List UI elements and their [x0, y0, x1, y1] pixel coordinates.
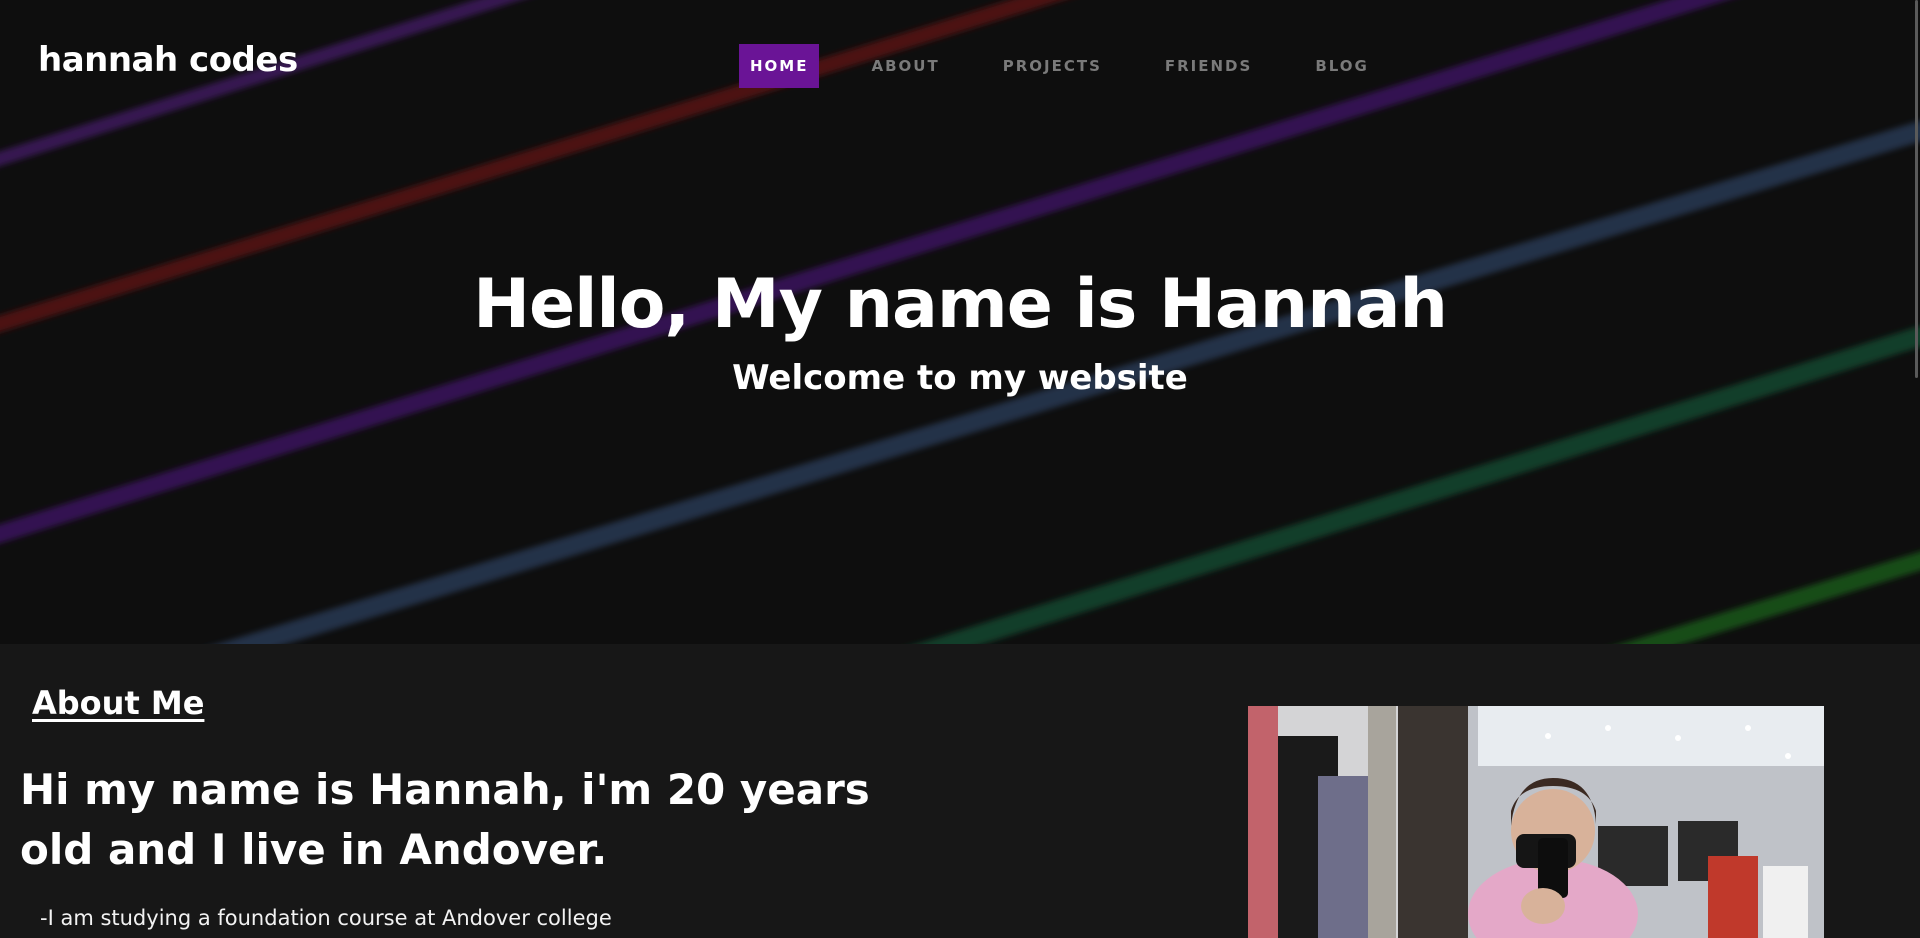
- profile-photo-illustration: [1248, 706, 1824, 938]
- hero-subtitle: Welcome to my website: [732, 358, 1188, 398]
- profile-photo: [1248, 706, 1824, 938]
- main-nav: HOME ABOUT PROJECTS FRIENDS BLOG: [739, 44, 1380, 88]
- nav-item-friends[interactable]: FRIENDS: [1154, 44, 1263, 88]
- about-list-item: -I am studying a foundation course at An…: [40, 906, 612, 930]
- scrollbar-thumb[interactable]: [1915, 0, 1918, 378]
- hero-banner: hannah codes HOME ABOUT PROJECTS FRIENDS…: [0, 0, 1920, 644]
- nav-item-about[interactable]: ABOUT: [860, 44, 950, 88]
- about-heading: About Me: [32, 684, 205, 722]
- nav-item-projects[interactable]: PROJECTS: [992, 44, 1113, 88]
- hero-title: Hello, My name is Hannah: [473, 265, 1448, 344]
- nav-item-blog[interactable]: BLOG: [1304, 44, 1380, 88]
- nav-item-home[interactable]: HOME: [739, 44, 820, 88]
- about-intro: Hi my name is Hannah, i'm 20 years old a…: [20, 765, 870, 874]
- site-logo[interactable]: hannah codes: [38, 40, 298, 80]
